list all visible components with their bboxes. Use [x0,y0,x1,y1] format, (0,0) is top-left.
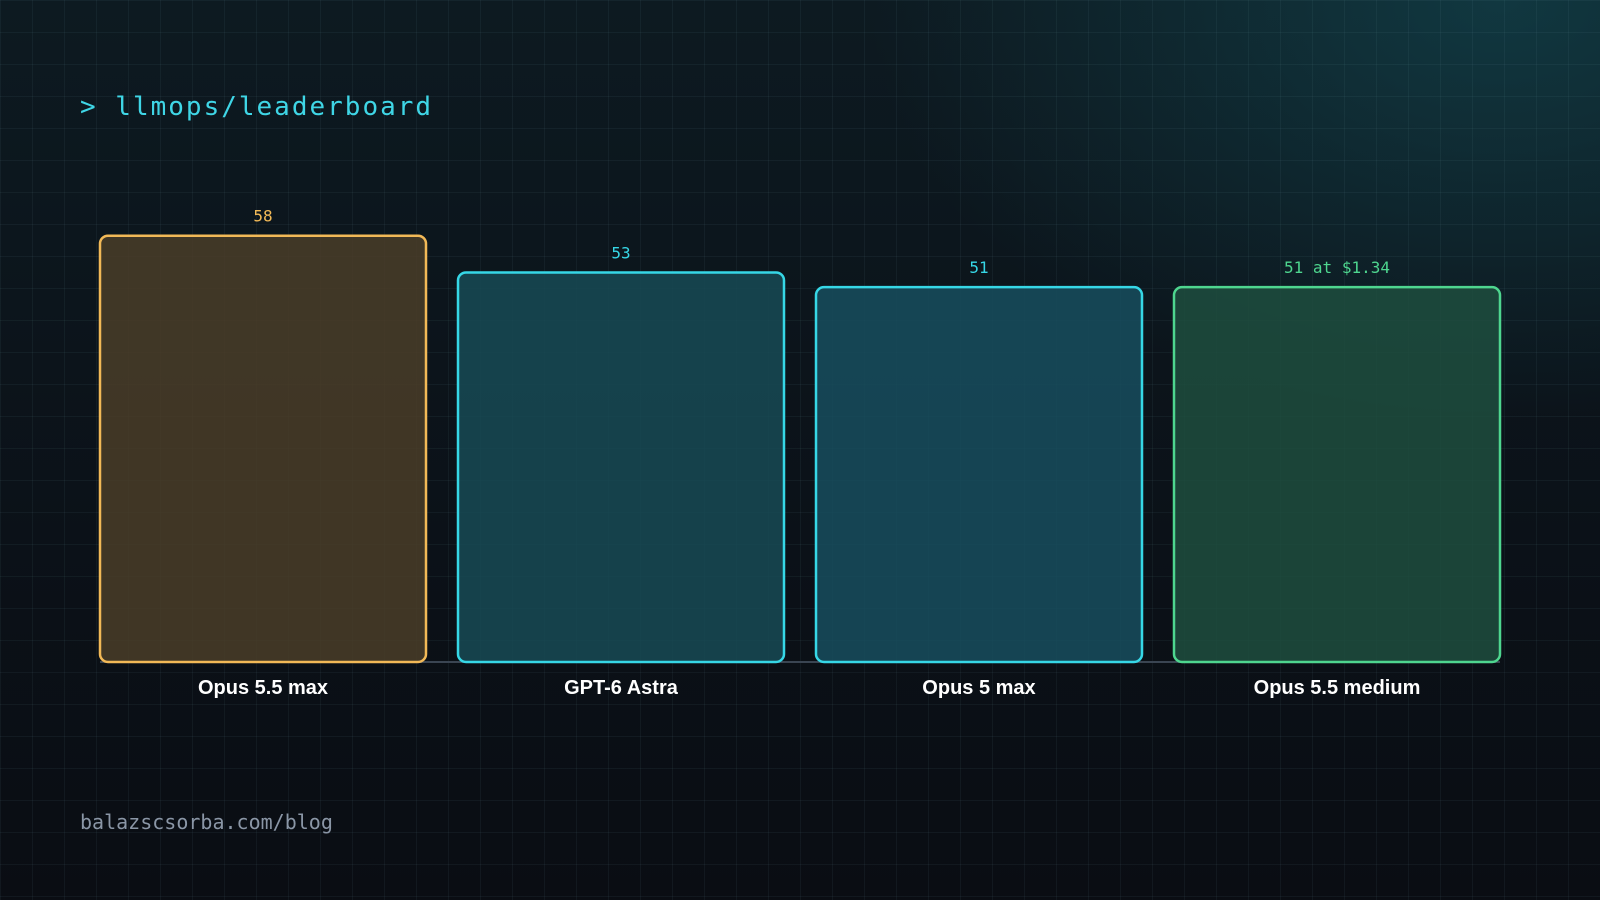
bars-group [98,234,1502,664]
bar-opus-5-5-max [98,234,428,664]
category-label-opus-5-5-medium: Opus 5.5 medium [1254,677,1421,699]
footer-url: balazscsorba.com/blog [80,810,333,834]
bar-opus-5-max [814,285,1144,664]
data-label-opus-5-5-medium: 51 at $1.34 [1284,258,1390,277]
category-label-opus-5-max: Opus 5 max [922,677,1035,699]
data-label-opus-5-max: 51 [969,258,988,277]
bar-gpt-6-astra [456,271,786,664]
leaderboard-bar-chart: 58 Opus 5.5 max 53 GPT-6 Astra 51 Opus 5 max 5… [98,207,1502,699]
data-label-opus-5-5-max: 58 [253,207,272,226]
category-label-opus-5-5-max: Opus 5.5 max [198,677,328,699]
bar-opus-5-5-medium [1172,285,1502,664]
category-label-gpt-6-astra: GPT-6 Astra [564,677,679,699]
leaderboard-slide: > llmops/leaderboard 58 Opus 5.5 max 53 GPT… [0,0,1600,900]
data-label-gpt-6-astra: 53 [611,243,630,262]
